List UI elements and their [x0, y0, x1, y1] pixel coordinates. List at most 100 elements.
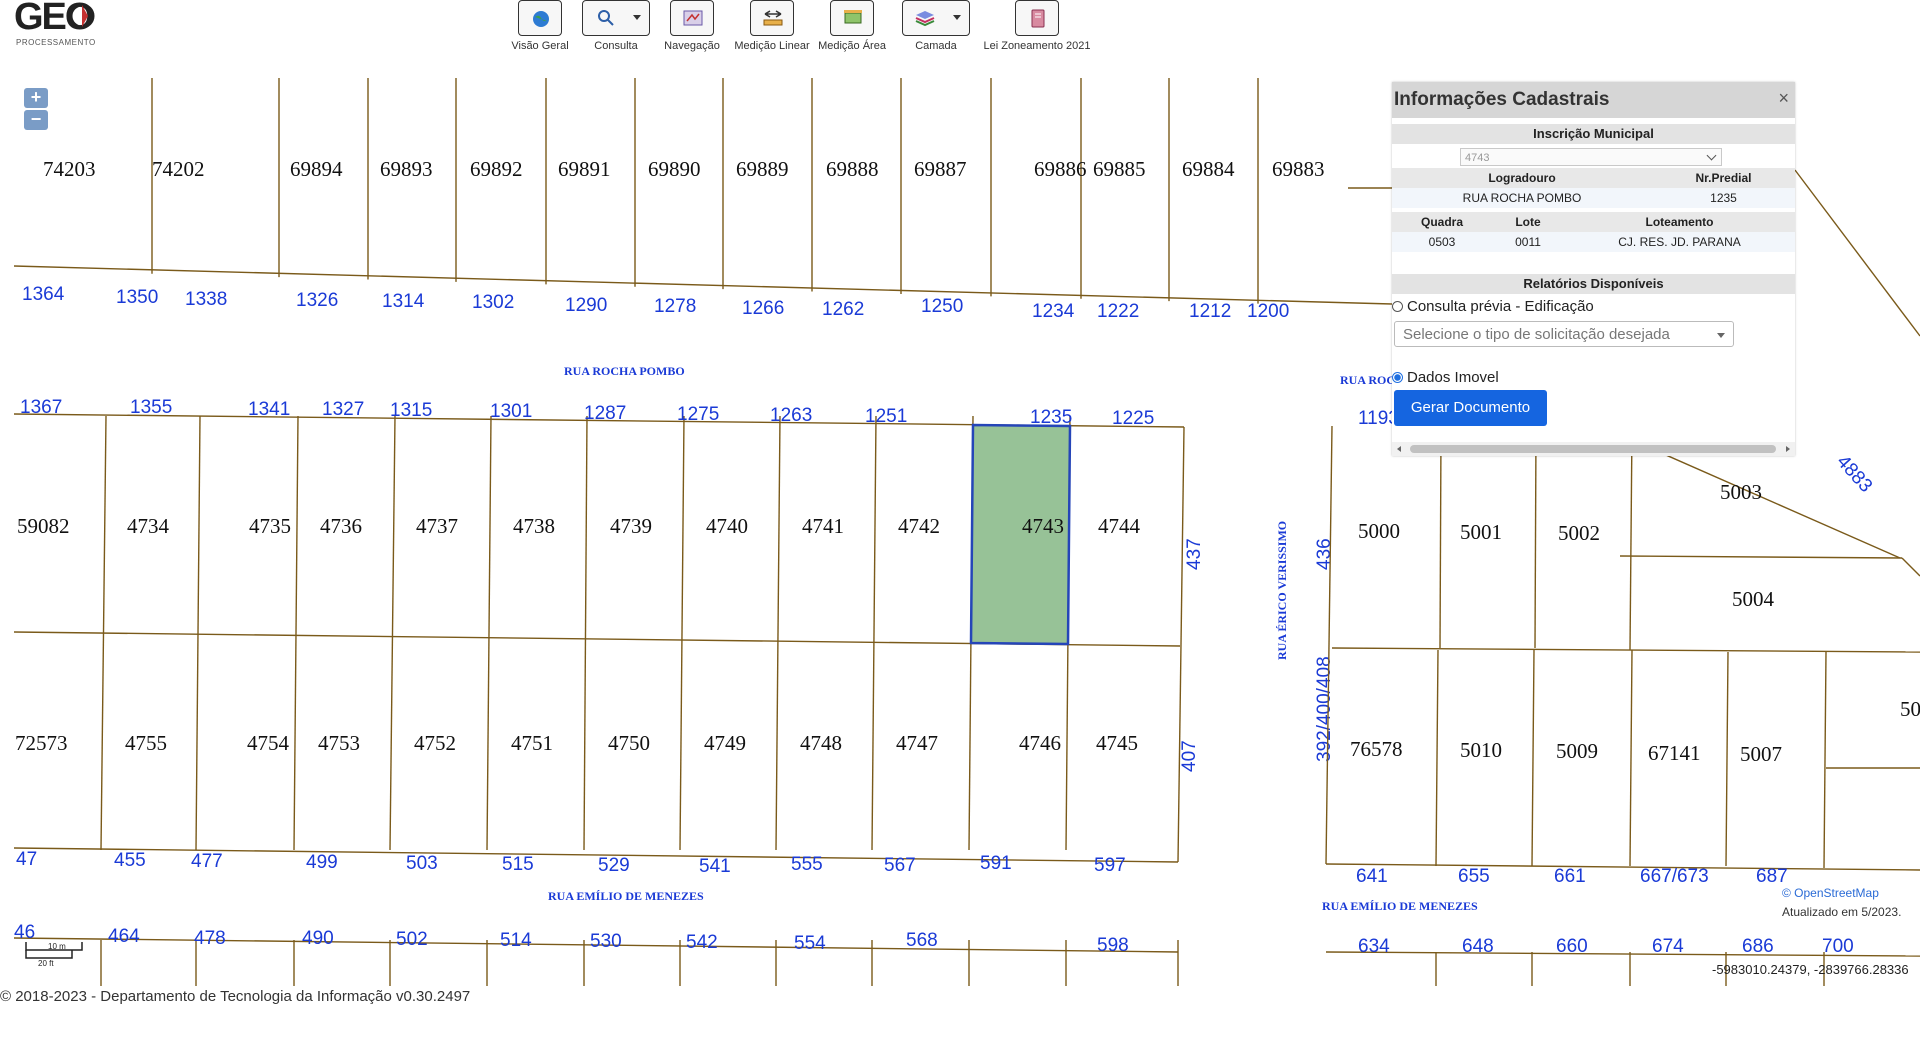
house-number: 660 [1556, 936, 1588, 957]
tool-medicao-area[interactable]: Medição Área [814, 0, 890, 52]
medicao-linear-button[interactable] [750, 0, 794, 36]
radio-dados-imovel[interactable] [1392, 372, 1403, 383]
visao-geral-button[interactable] [518, 0, 562, 36]
tool-lei-zoneamento[interactable]: Lei Zoneamento 2021 [978, 0, 1096, 52]
lot-number: 74202 [152, 157, 205, 181]
lot-number: 4738 [513, 514, 555, 538]
lot-number: 4740 [706, 514, 748, 538]
scroll-right-icon[interactable] [1786, 446, 1790, 452]
house-number: 1225 [1112, 408, 1154, 429]
scrollbar-thumb[interactable] [1410, 445, 1776, 453]
lot-number: 69890 [648, 157, 701, 181]
tool-consulta[interactable]: Consulta [576, 0, 656, 52]
lot-boundary [1531, 649, 1535, 867]
tool-label: Medição Linear [734, 40, 810, 52]
lot-boundary [1534, 429, 1537, 649]
navegacao-button[interactable] [670, 0, 714, 36]
lot-number: 69886 [1034, 157, 1087, 181]
house-number: 47 [16, 849, 37, 870]
lot-number: 4744 [1098, 514, 1141, 538]
house-number: 499 [306, 852, 338, 873]
logradouro-header: Logradouro [1488, 171, 1556, 185]
camada-button[interactable] [902, 0, 970, 36]
zoom-out-button[interactable]: − [24, 110, 48, 130]
scroll-left-icon[interactable] [1397, 446, 1401, 452]
option-consulta-previa[interactable]: Consulta prévia - Edificação [1392, 298, 1795, 315]
layers-icon [915, 11, 935, 27]
street-name: RUA ROCHA POMBO [564, 364, 685, 378]
lot-number: 4752 [414, 731, 456, 755]
ruler-icon [763, 10, 783, 26]
lot-number: 69884 [1182, 157, 1235, 181]
lot-number: 69888 [826, 157, 879, 181]
lot-number: 74203 [43, 157, 96, 181]
lot-number: 4747 [896, 731, 938, 755]
close-icon[interactable]: × [1778, 88, 1789, 109]
house-number: 542 [686, 932, 718, 953]
house-number: 648 [1462, 936, 1494, 957]
option-dados-imovel[interactable]: Dados Imovel [1392, 369, 1795, 386]
radio-consulta-previa[interactable] [1392, 301, 1403, 312]
lot-number: 69894 [290, 157, 343, 181]
house-number: 1212 [1189, 301, 1231, 322]
tool-medicao-linear[interactable]: Medição Linear [730, 0, 814, 52]
house-number: 1367 [20, 397, 62, 418]
inscricao-select[interactable]: 4743 [1460, 148, 1722, 166]
scale-bar-graphic: 10 m 20 ft [25, 942, 83, 968]
house-number: 655 [1458, 866, 1490, 887]
house-number: 503 [406, 853, 438, 874]
tool-label: Navegação [664, 40, 720, 52]
osm-attribution[interactable]: © OpenStreetMap [1782, 884, 1901, 903]
lot-number: 5007 [1740, 742, 1782, 766]
house-number: 597 [1094, 855, 1126, 876]
house-number: 1263 [770, 405, 812, 426]
house-number: 530 [590, 931, 622, 952]
search-icon [598, 10, 614, 26]
lot-boundary [1439, 431, 1442, 649]
lot-number: 4735 [249, 514, 291, 538]
loteamento-value: CJ. RES. JD. PARANA [1618, 235, 1741, 249]
zoom-control: + − [24, 88, 48, 132]
lot-number: 4734 [127, 514, 170, 538]
geo-logo: GEO PROCESSAMENTO [14, 0, 104, 52]
panel-scrollbar[interactable] [1392, 442, 1795, 456]
panel-title: Informações Cadastrais [1394, 89, 1610, 110]
house-number: 1250 [921, 296, 963, 317]
lot-number: 4755 [125, 731, 167, 755]
house-number: 598 [1097, 935, 1129, 956]
lote-header: Lote [1515, 215, 1541, 229]
medicao-area-button[interactable] [830, 0, 874, 36]
house-number: 700 [1822, 936, 1854, 957]
chevron-down-icon [1717, 333, 1725, 338]
footer: © 2018-2023 - Departamento de Tecnologia… [0, 988, 471, 1005]
house-number: 591 [980, 853, 1012, 874]
house-number: 1287 [584, 403, 626, 424]
lot-number: 4741 [802, 514, 844, 538]
tool-visao-geral[interactable]: Visão Geral [510, 0, 570, 52]
tool-label: Camada [915, 40, 957, 52]
house-number: 1364 [22, 284, 65, 305]
lot-number: 4751 [511, 731, 553, 755]
tool-navegacao[interactable]: Navegação [662, 0, 722, 52]
scale-metric: 10 m [48, 942, 66, 951]
generate-document-button[interactable]: Gerar Documento [1394, 390, 1547, 426]
inscricao-value: 4743 [1465, 152, 1490, 164]
nr-predial-value: 1235 [1710, 191, 1737, 205]
house-number: 1266 [742, 298, 784, 319]
consulta-button[interactable] [582, 0, 650, 36]
zoom-in-button[interactable]: + [24, 88, 48, 108]
lot-boundary [1435, 649, 1439, 867]
street-name: RUA ÉRICO VERISSIMO [1275, 521, 1289, 660]
house-number: 667/673 [1640, 866, 1709, 887]
lot-number: 67141 [1648, 741, 1701, 765]
lot-number: 5009 [1556, 739, 1598, 763]
lot-number: 4739 [610, 514, 652, 538]
lei-zoneamento-button[interactable] [1015, 0, 1059, 36]
option-dados-label: Dados Imovel [1407, 369, 1499, 386]
lot-boundary [583, 415, 588, 851]
request-type-select[interactable]: Selecione o tipo de solicitação desejada [1394, 321, 1734, 347]
tool-camada[interactable]: Camada [896, 0, 976, 52]
house-number: 464 [108, 926, 140, 947]
house-number: 514 [500, 930, 532, 951]
lot-number: 72573 [15, 731, 68, 755]
